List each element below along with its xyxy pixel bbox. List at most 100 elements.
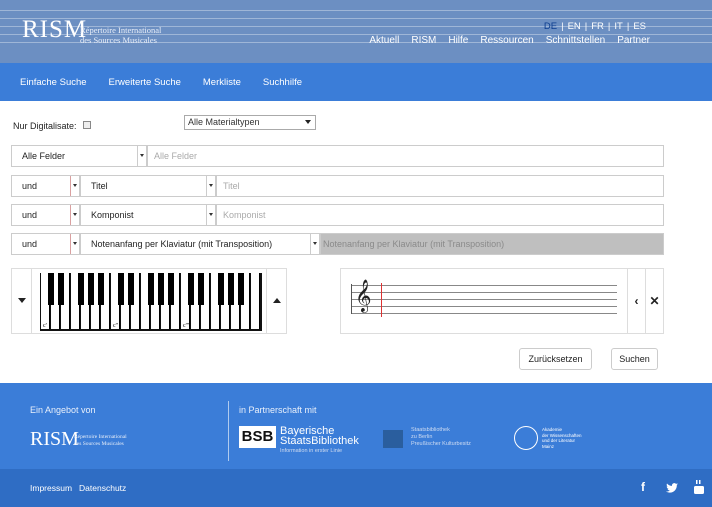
staff-line <box>351 292 617 293</box>
input-placeholder: Titel <box>223 181 240 191</box>
input-placeholder: Alle Felder <box>154 151 198 161</box>
staff-line <box>351 299 617 300</box>
footer-rism-logo[interactable]: RISM <box>30 428 79 451</box>
tab-suchhilfe[interactable]: Suchhilfe <box>263 77 302 88</box>
search-input-title[interactable]: Titel <box>216 175 664 197</box>
black-key[interactable] <box>198 273 204 305</box>
operator-value: und <box>22 239 38 249</box>
chevron-down-icon <box>206 205 215 225</box>
datenschutz-link[interactable]: Datenschutz <box>79 483 126 493</box>
chevron-down-icon <box>305 120 311 124</box>
digitalisate-label: Nur Digitalisate: <box>13 121 77 131</box>
chevron-down-icon <box>70 205 79 225</box>
logo-subtitle-line: des Sources Musicales <box>80 35 157 45</box>
chevron-down-icon <box>70 176 79 196</box>
field-select-value: Komponist <box>91 210 134 220</box>
white-key[interactable] <box>251 273 260 329</box>
field-select[interactable]: Alle Felder <box>11 145 147 167</box>
black-key[interactable] <box>98 273 104 305</box>
black-key[interactable] <box>58 273 64 305</box>
black-key[interactable] <box>238 273 244 305</box>
key-label: c' <box>43 323 47 329</box>
facebook-icon[interactable]: f <box>641 480 645 494</box>
black-key[interactable] <box>148 273 154 305</box>
backspace-button[interactable]: ‹ <box>627 269 645 333</box>
footer: Ein Angebot von in Partnerschaft mit RIS… <box>0 383 712 469</box>
lang-it[interactable]: IT <box>614 21 622 32</box>
footer-rism-subtitle-line: Répertoire International <box>74 434 127 440</box>
field-select[interactable]: Komponist <box>80 204 216 226</box>
search-input-composer[interactable]: Komponist <box>216 204 664 226</box>
search-row: und Notenanfang per Klaviatur (mit Trans… <box>11 233 664 255</box>
black-key[interactable] <box>228 273 234 305</box>
treble-clef-icon: 𝄞 <box>355 279 372 312</box>
search-input-incipit[interactable]: Notenanfang per Klaviatur (mit Transposi… <box>320 233 664 255</box>
field-select-value: Alle Felder <box>22 151 66 161</box>
top-navigation: Aktuell RISM Hilfe Ressourcen Schnittste… <box>369 35 650 46</box>
operator-value: und <box>22 181 38 191</box>
youtube-icon[interactable] <box>694 480 704 494</box>
close-icon: ✕ <box>649 294 660 308</box>
input-placeholder: Komponist <box>223 210 266 220</box>
tab-merkliste[interactable]: Merkliste <box>203 77 241 88</box>
black-key[interactable] <box>118 273 124 305</box>
twitter-icon[interactable] <box>666 483 678 493</box>
field-select[interactable]: Notenanfang per Klaviatur (mit Transposi… <box>80 233 320 255</box>
octave-up-button[interactable] <box>266 269 286 333</box>
nav-rism[interactable]: RISM <box>411 35 436 46</box>
logo-subtitle-line: Répertoire International <box>80 25 162 35</box>
sbb-logo-text: Staatsbibliothek zu Berlin Preußischer K… <box>411 427 471 448</box>
rism-logo-subtitle: Répertoire International des Sources Mus… <box>80 25 161 45</box>
staff-cursor <box>381 283 382 317</box>
operator-select[interactable]: und <box>11 233 80 255</box>
header-staff-line <box>0 10 712 11</box>
octave-down-button[interactable] <box>12 269 32 333</box>
field-select[interactable]: Titel <box>80 175 216 197</box>
black-key[interactable] <box>168 273 174 305</box>
clear-button[interactable]: ✕ <box>645 269 663 333</box>
material-type-select[interactable]: Alle Materialtypen <box>184 115 316 130</box>
operator-select[interactable]: und <box>11 204 80 226</box>
chevron-down-icon <box>70 234 79 254</box>
tab-einfache-suche[interactable]: Einfache Suche <box>20 77 87 88</box>
nav-schnittstellen[interactable]: Schnittstellen <box>546 35 605 46</box>
music-staff[interactable]: 𝄞 <box>347 279 617 319</box>
sbb-logo-icon[interactable] <box>383 430 403 448</box>
nav-ressourcen[interactable]: Ressourcen <box>480 35 533 46</box>
digitalisate-checkbox[interactable] <box>83 121 91 129</box>
black-key[interactable] <box>128 273 134 305</box>
footer-links: Impressum Datenschutz <box>30 483 126 493</box>
black-key[interactable] <box>78 273 84 305</box>
bsb-logo[interactable]: BSB <box>239 426 276 448</box>
academy-seal-icon[interactable] <box>514 426 538 450</box>
piano-keyboard[interactable]: c' c'' c''' <box>40 273 262 331</box>
black-key[interactable] <box>188 273 194 305</box>
nav-hilfe[interactable]: Hilfe <box>448 35 468 46</box>
black-key[interactable] <box>48 273 54 305</box>
sbb-line: Staatsbibliothek <box>411 427 450 433</box>
lang-en[interactable]: EN <box>568 21 581 32</box>
black-key[interactable] <box>88 273 94 305</box>
lang-fr[interactable]: FR <box>591 21 604 32</box>
search-button[interactable]: Suchen <box>611 348 658 370</box>
search-row: Alle Felder Alle Felder <box>11 145 664 167</box>
lang-es[interactable]: ES <box>633 21 646 32</box>
impressum-link[interactable]: Impressum <box>30 483 72 493</box>
bsb-logo-text: Bayerische StaatsBibliothek <box>280 426 359 447</box>
black-key[interactable] <box>158 273 164 305</box>
reset-button[interactable]: Zurücksetzen <box>519 348 592 370</box>
key-label: c'' <box>113 323 118 329</box>
operator-select[interactable]: und <box>11 175 80 197</box>
input-placeholder: Notenanfang per Klaviatur (mit Transposi… <box>323 239 505 249</box>
nav-partner[interactable]: Partner <box>617 35 650 46</box>
chevron-left-icon: ‹ <box>634 294 639 308</box>
lang-de[interactable]: DE <box>544 21 557 32</box>
black-key[interactable] <box>218 273 224 305</box>
site-header: RISM Répertoire International des Source… <box>0 0 712 63</box>
search-input-all-fields[interactable]: Alle Felder <box>147 145 664 167</box>
nav-aktuell[interactable]: Aktuell <box>369 35 399 46</box>
rism-logo[interactable]: RISM <box>22 16 87 44</box>
language-switcher: DE | EN | FR | IT | ES <box>543 21 646 32</box>
header-staff-line <box>0 18 712 19</box>
tab-erweiterte-suche[interactable]: Erweiterte Suche <box>109 77 181 88</box>
